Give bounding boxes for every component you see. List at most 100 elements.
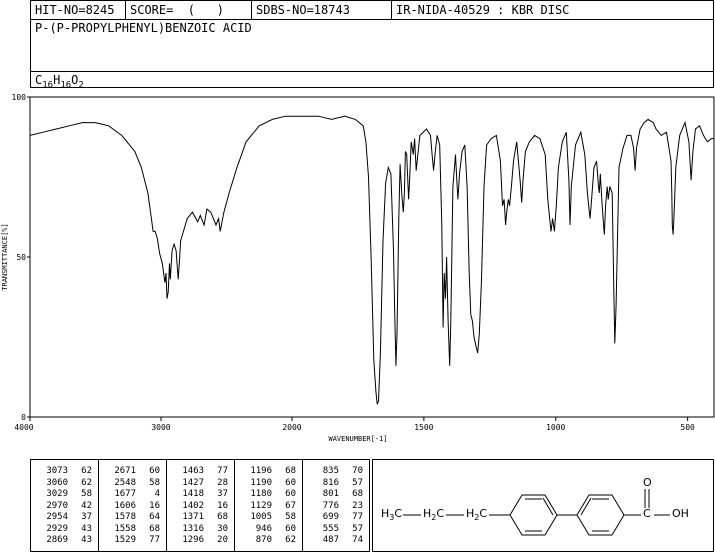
peak-transmittance: 60: [285, 523, 296, 534]
peak-wavenumber: 801: [322, 489, 339, 499]
peak-row: 801 68: [303, 489, 369, 500]
peak-wavenumber: 2954: [46, 512, 68, 522]
peak-row: 699 77: [303, 512, 369, 523]
peak-row: 1463 77: [167, 466, 234, 477]
peak-row: 487 74: [303, 535, 369, 546]
peak-wavenumber: 1180: [250, 489, 272, 499]
peak-wavenumber: 1196: [250, 466, 272, 476]
y-tick-label: 0: [21, 413, 26, 422]
peak-transmittance: 4: [154, 489, 160, 499]
peak-row: 2671 60: [99, 466, 166, 477]
peak-row: 1558 68: [99, 524, 166, 535]
methyl-group: H3C: [381, 507, 403, 525]
peak-wavenumber: 835: [322, 466, 339, 476]
peak-row: 2548 58: [99, 478, 166, 489]
peak-wavenumber: 2548: [114, 477, 136, 488]
peak-wavenumber: 776: [322, 500, 339, 511]
peak-transmittance: 30: [217, 523, 228, 534]
peak-transmittance: 42: [81, 500, 92, 511]
peak-transmittance: 77: [352, 512, 363, 522]
peak-transmittance: 37: [81, 512, 92, 522]
peak-row: 2929 43: [31, 524, 98, 535]
peak-row: 1316 30: [167, 524, 234, 535]
peak-transmittance: 43: [81, 523, 92, 534]
peak-transmittance: 67: [285, 500, 296, 511]
peak-wavenumber: 946: [255, 523, 272, 534]
peak-row: 835 70: [303, 466, 369, 477]
peak-column: 1463 77 1427 28 1418 37 1402 16 1371 68 1316 30 1296…: [167, 460, 235, 551]
peak-wavenumber: 1005: [250, 512, 272, 522]
peak-row: 1418 37: [167, 489, 234, 500]
x-tick-label: 3000: [151, 423, 170, 432]
peak-column: 1196 68 1190 60 1180 60 1129 67 1005 58 946 60 870 62: [235, 460, 303, 551]
y-tick-label: 50: [16, 253, 26, 262]
peak-wavenumber: 1296: [182, 535, 204, 545]
y-tick-label: 100: [12, 93, 27, 102]
peak-transmittance: 68: [149, 523, 160, 534]
peak-transmittance: 37: [217, 489, 228, 499]
peak-row: 1129 67: [235, 501, 302, 512]
peak-wavenumber: 1529: [114, 535, 136, 545]
peak-transmittance: 77: [149, 535, 160, 545]
peak-wavenumber: 1371: [182, 512, 204, 522]
peak-row: 1427 28: [167, 478, 234, 489]
peak-transmittance: 77: [217, 466, 228, 476]
ir-spectrum-chart: 4000 3000 2000 1500 1000 500 0 50 100 WAVENUMBE…: [1, 93, 715, 443]
peak-row: 1402 16: [167, 501, 234, 512]
peak-transmittance: 57: [352, 477, 363, 488]
peak-wavenumber: 1606: [114, 500, 136, 511]
structure-drawing: [403, 489, 670, 536]
peak-row: 816 57: [303, 478, 369, 489]
plot-frame: [29, 96, 715, 418]
peak-wavenumber: 1316: [182, 523, 204, 534]
peak-wavenumber: 2929: [46, 523, 68, 534]
peak-row: 1296 20: [167, 535, 234, 546]
peak-wavenumber: 2970: [46, 500, 68, 511]
peak-wavenumber: 1402: [182, 500, 204, 511]
peak-wavenumber: 2671: [114, 466, 136, 476]
peak-column: 3073 62 3060 62 3029 58 2970 42 2954 37 2929 43 2869…: [31, 460, 99, 551]
peak-row: 2869 43: [31, 535, 98, 546]
peak-row: 870 62: [235, 535, 302, 546]
peak-transmittance: 28: [217, 477, 228, 488]
peak-wavenumber: 2869: [46, 535, 68, 545]
peak-transmittance: 57: [352, 523, 363, 534]
peak-wavenumber: 1677: [114, 489, 136, 499]
carbonyl-oxygen: O: [643, 476, 652, 489]
chemical-structure: H3C H2C H2C O C OH: [372, 459, 714, 552]
peak-row: 1196 68: [235, 466, 302, 477]
peak-row: 1190 60: [235, 478, 302, 489]
peak-row: 1005 58: [235, 512, 302, 523]
peak-transmittance: 60: [285, 489, 296, 499]
peak-wavenumber: 1463: [182, 466, 204, 476]
x-tick-label: 1500: [414, 423, 433, 432]
peak-transmittance: 62: [81, 466, 92, 476]
peak-transmittance: 60: [149, 466, 160, 476]
transmittance-curve: [29, 115, 714, 405]
methylene-group-2: H2C: [466, 507, 488, 525]
peak-column: 835 70 816 57 801 68 776 23 699 77 555 57 487 74: [303, 460, 369, 551]
peak-wavenumber: 1578: [114, 512, 136, 522]
peak-row: 1180 60: [235, 489, 302, 500]
peak-transmittance: 70: [352, 466, 363, 476]
peak-wavenumber: 487: [322, 535, 339, 545]
peak-row: 3060 62: [31, 478, 98, 489]
peak-wavenumber: 1427: [182, 477, 204, 488]
peak-row: 1606 16: [99, 501, 166, 512]
peak-wavenumber: 699: [322, 512, 339, 522]
peak-column: 2671 60 2548 58 1677 4 1606 16 1578 64 1558 68 1529 7…: [99, 460, 167, 551]
peak-row: 2970 42: [31, 501, 98, 512]
peak-wavenumber: 3060: [46, 477, 68, 488]
peak-transmittance: 16: [149, 500, 160, 511]
peak-transmittance: 68: [217, 512, 228, 522]
peak-row: 3073 62: [31, 466, 98, 477]
peak-transmittance: 58: [81, 489, 92, 499]
peak-transmittance: 62: [81, 477, 92, 488]
peak-wavenumber: 816: [322, 477, 339, 488]
peak-table: 3073 62 3060 62 3029 58 2970 42 2954 37 2929 43 2869…: [30, 459, 370, 552]
peak-wavenumber: 3073: [46, 466, 68, 476]
peak-row: 3029 58: [31, 489, 98, 500]
peak-wavenumber: 1558: [114, 523, 136, 534]
x-tick-label: 500: [680, 423, 695, 432]
peak-wavenumber: 1190: [250, 477, 272, 488]
